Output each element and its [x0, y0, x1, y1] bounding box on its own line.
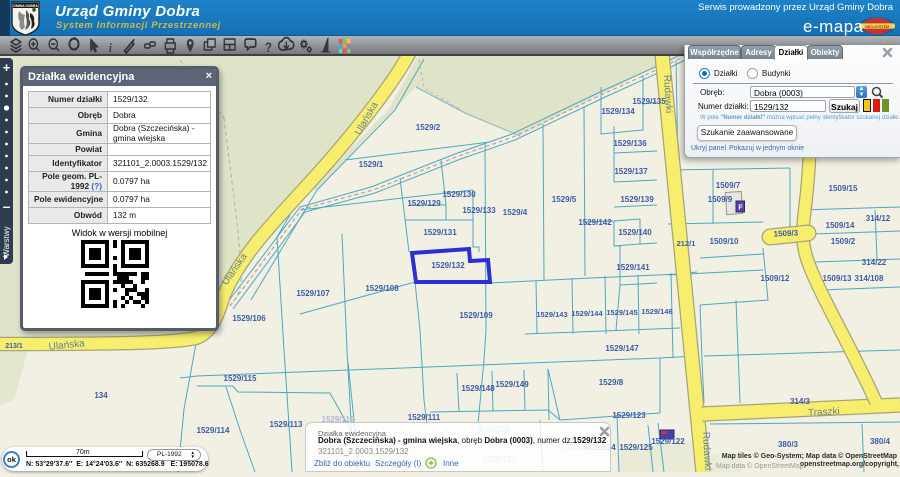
svg-text:1509/10: 1509/10: [710, 237, 739, 246]
svg-text:1529/109: 1529/109: [459, 311, 493, 320]
svg-text:1529/141: 1529/141: [616, 263, 650, 272]
svg-text:1529/2: 1529/2: [416, 123, 441, 132]
svg-text:1529/133: 1529/133: [462, 206, 496, 215]
svg-text:1529/148: 1529/148: [461, 384, 495, 393]
svg-text:1529/140: 1529/140: [618, 228, 652, 237]
svg-text:1529/129: 1529/129: [407, 199, 441, 208]
svg-text:1529/125: 1529/125: [619, 443, 653, 452]
svg-text:380/3: 380/3: [778, 440, 799, 449]
svg-text:1509/3: 1509/3: [773, 228, 798, 238]
svg-text:1529/134: 1529/134: [601, 107, 635, 116]
svg-text:212/1: 212/1: [677, 239, 696, 248]
svg-text:380/4: 380/4: [870, 437, 891, 446]
svg-text:1529/142: 1529/142: [578, 218, 612, 227]
svg-text:1529/111: 1529/111: [408, 413, 441, 422]
svg-text:1529/123: 1529/123: [612, 411, 646, 420]
svg-text:1529/131: 1529/131: [423, 228, 457, 237]
svg-text:1529/147: 1529/147: [605, 344, 639, 353]
svg-text:1529/106: 1529/106: [232, 314, 266, 323]
svg-text:1529/144: 1529/144: [571, 309, 603, 318]
svg-text:1529/122: 1529/122: [651, 437, 685, 446]
svg-text:1529/107: 1529/107: [296, 289, 330, 298]
svg-text:1509/12: 1509/12: [761, 274, 790, 283]
svg-text:1529/8: 1529/8: [599, 378, 624, 387]
svg-text:1529/136: 1529/136: [613, 139, 647, 148]
svg-text:314/108: 314/108: [855, 274, 884, 283]
svg-text:GEO-SYSTEM: GEO-SYSTEM: [865, 25, 889, 29]
svg-text:1529/115: 1529/115: [224, 374, 257, 383]
svg-text:i: i: [109, 40, 113, 55]
svg-text:1529/137: 1529/137: [614, 167, 648, 176]
svg-text:1529/1: 1529/1: [359, 160, 384, 169]
svg-text:1529/149: 1529/149: [495, 380, 529, 389]
svg-text:1529/114: 1529/114: [197, 426, 230, 435]
svg-text:?: ?: [265, 39, 272, 55]
svg-text:1509/2: 1509/2: [831, 237, 856, 246]
svg-text:Traszki: Traszki: [808, 406, 840, 419]
svg-text:1509/15: 1509/15: [829, 184, 858, 193]
svg-text:1509/13: 1509/13: [823, 274, 852, 283]
svg-text:1529/130: 1529/130: [442, 190, 476, 199]
svg-text:314/22: 314/22: [862, 258, 887, 267]
svg-text:314/12: 314/12: [866, 214, 891, 223]
svg-text:1509/14: 1509/14: [826, 221, 855, 230]
svg-text:F: F: [738, 205, 743, 212]
svg-text:1529/143: 1529/143: [536, 310, 567, 319]
svg-text:1529/113: 1529/113: [270, 420, 303, 429]
svg-text:1529/108: 1529/108: [365, 284, 399, 293]
svg-text:134: 134: [94, 391, 108, 400]
svg-text:1509/7: 1509/7: [716, 181, 741, 190]
svg-text:1529/5: 1529/5: [552, 195, 577, 204]
svg-text:1529/139: 1529/139: [620, 195, 654, 204]
svg-text:1529/4: 1529/4: [503, 208, 528, 217]
svg-text:1529/132: 1529/132: [431, 261, 465, 270]
svg-text:1509/9: 1509/9: [708, 195, 733, 204]
svg-text:1529/135: 1529/135: [632, 97, 666, 106]
svg-text:Rudawki: Rudawki: [661, 75, 674, 114]
svg-text:1529/145: 1529/145: [606, 308, 637, 317]
svg-text:1529/146: 1529/146: [641, 307, 672, 316]
svg-text:213/1: 213/1: [5, 343, 23, 350]
svg-text:314/3: 314/3: [790, 397, 811, 406]
